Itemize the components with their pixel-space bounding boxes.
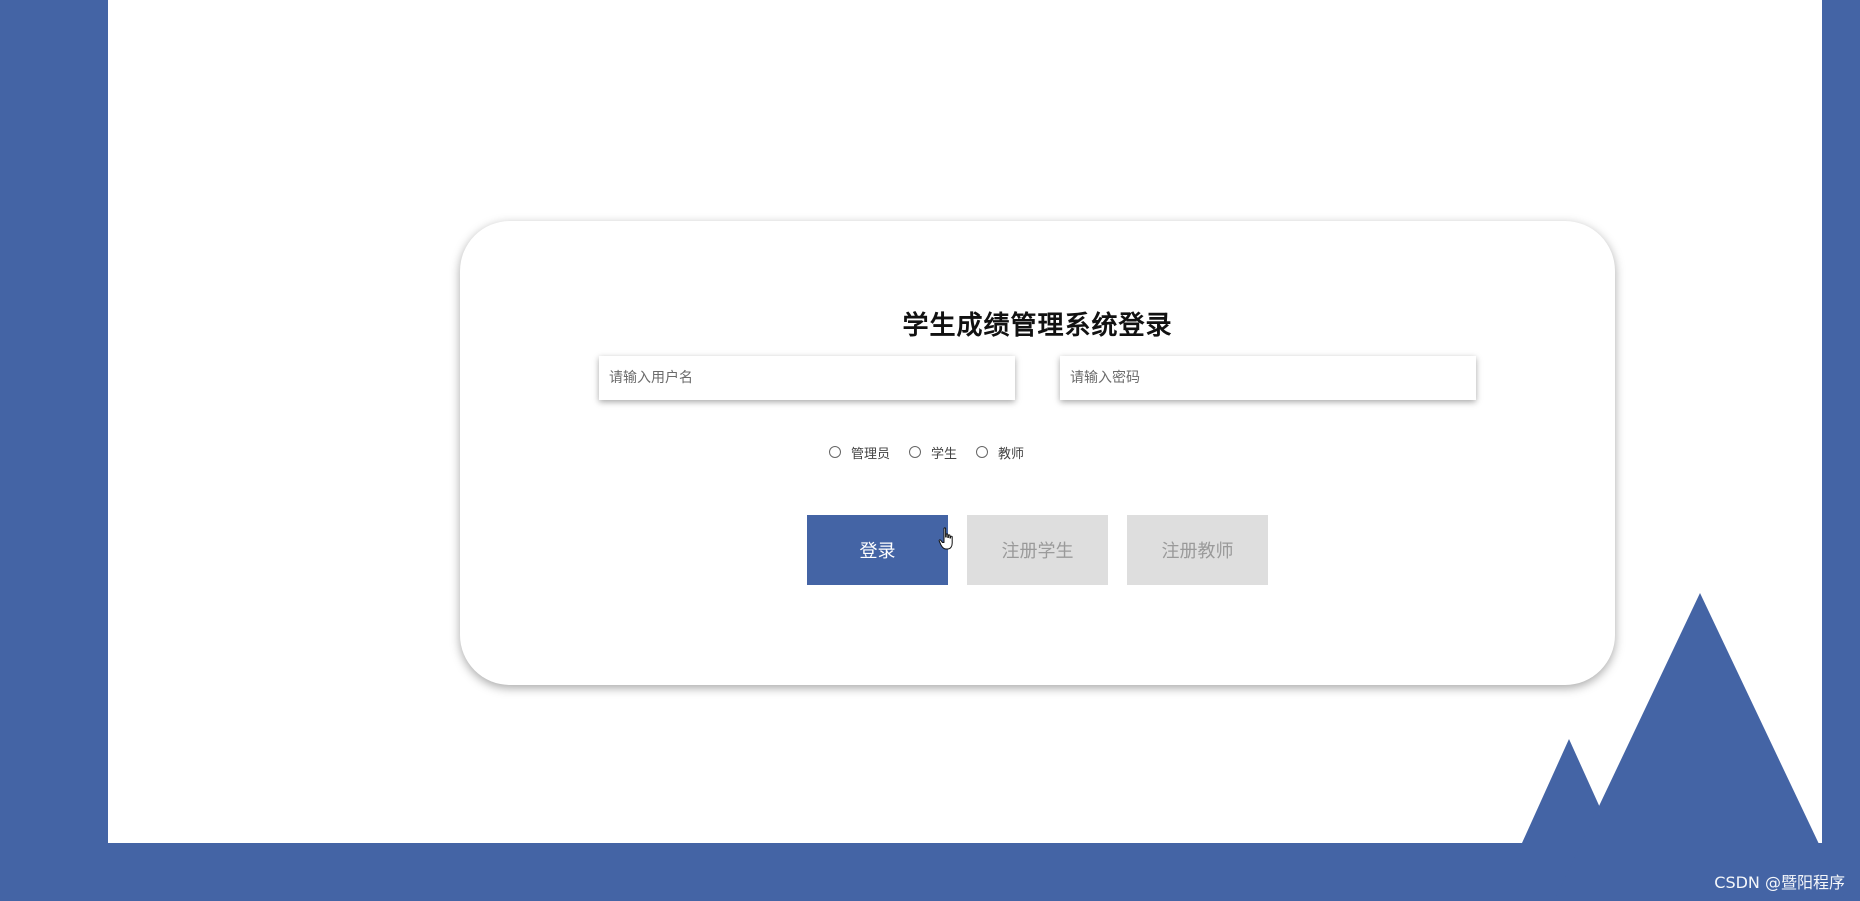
radio-unchecked-icon[interactable] (909, 446, 922, 458)
role-radio-student[interactable]: 学生 (909, 443, 957, 462)
page-title: 学生成绩管理系统登录 (902, 311, 1173, 341)
login-card: 学生成绩管理系统登录 管理员 学生 教师 登录 注册学生 注册教师 (460, 221, 1615, 685)
hand-pointer-icon (938, 527, 953, 550)
register-student-button[interactable]: 注册学生 (967, 515, 1108, 585)
role-label-admin: 管理员 (851, 446, 891, 462)
content-area: 学生成绩管理系统登录 管理员 学生 教师 登录 注册学生 注册教师 (108, 0, 1822, 843)
role-label-teacher: 教师 (998, 446, 1025, 462)
watermark: CSDN @暨阳程序 (1714, 873, 1845, 892)
password-input[interactable] (1060, 356, 1476, 400)
radio-unchecked-icon[interactable] (829, 446, 841, 458)
role-label-student: 学生 (931, 446, 958, 462)
role-radio-teacher[interactable]: 教师 (976, 443, 1024, 462)
role-radio-admin[interactable]: 管理员 (829, 443, 890, 462)
username-input[interactable] (599, 356, 1015, 400)
login-button[interactable]: 登录 (807, 515, 948, 585)
role-radio-group: 管理员 学生 教师 (829, 442, 1043, 462)
register-teacher-button[interactable]: 注册教师 (1127, 515, 1268, 585)
login-page: 学生成绩管理系统登录 管理员 学生 教师 登录 注册学生 注册教师 (0, 0, 1860, 901)
radio-unchecked-icon[interactable] (976, 446, 989, 458)
